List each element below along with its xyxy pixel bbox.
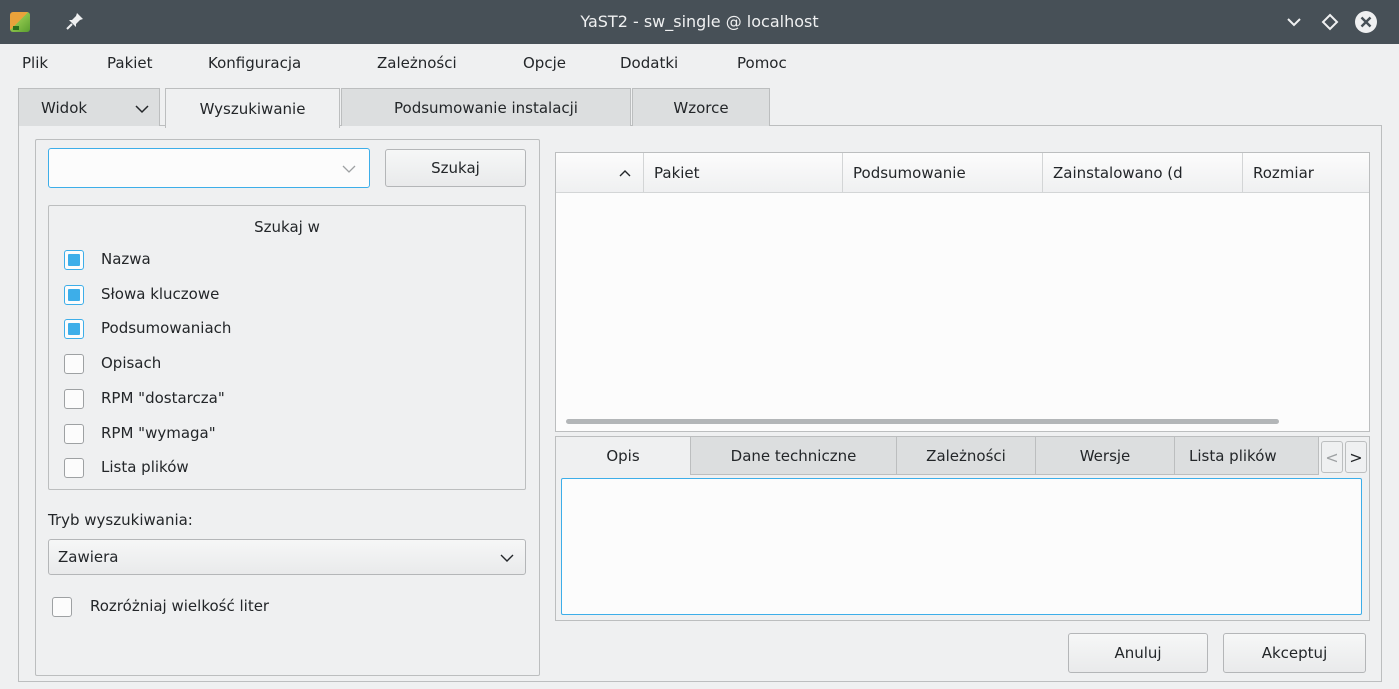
tab-podsumowanie-instalacji[interactable]: Podsumowanie instalacji [341,88,631,126]
checkbox-label: RPM "wymaga" [101,424,216,442]
checkbox-lista-plikow[interactable] [64,458,84,478]
accept-button[interactable]: Akceptuj [1223,633,1366,673]
cancel-button[interactable]: Anuluj [1068,633,1208,673]
tab-opis[interactable]: Opis [556,437,691,475]
tabs-scroll-left-icon[interactable]: < [1321,441,1343,473]
title-bar: YaST2 - sw_single @ localhost [0,0,1399,44]
minimize-chevron-icon[interactable] [1282,10,1306,34]
sort-ascending-icon [619,169,631,176]
tab-label: Wyszukiwanie [199,99,306,118]
description-text-area[interactable] [561,478,1362,615]
tab-view-dropdown[interactable]: Widok [18,88,160,126]
menu-pakiet[interactable]: Pakiet [107,54,153,72]
menu-plik[interactable]: Plik [22,54,48,72]
search-mode-value: Zawiera [58,548,119,566]
checkbox-rpm-dostarcza[interactable] [64,389,84,409]
checkbox-slowa-kluczowe[interactable] [64,285,84,305]
package-table[interactable]: Pakiet Podsumowanie Zainstalowano (d Roz… [555,152,1370,432]
tab-wersje[interactable]: Wersje [1036,437,1175,475]
tab-zaleznosci[interactable]: Zależności [897,437,1036,475]
window-title: YaST2 - sw_single @ localhost [580,12,819,31]
column-header-pakiet[interactable]: Pakiet [644,153,843,193]
chevron-down-icon[interactable] [341,161,357,177]
menu-dodatki[interactable]: Dodatki [620,54,678,72]
menu-pomoc[interactable]: Pomoc [737,54,787,72]
tab-wzorce[interactable]: Wzorce [632,88,770,126]
checkbox-nazwa[interactable] [64,250,84,270]
checkbox-label: Lista plików [101,458,189,476]
column-header-podsumowanie[interactable]: Podsumowanie [843,153,1043,193]
checkbox-label: RPM "dostarcza" [101,389,225,407]
search-input[interactable] [48,148,370,188]
tab-dane-techniczne[interactable]: Dane techniczne [691,437,897,475]
search-mode-select[interactable]: Zawiera [48,539,526,575]
checkbox-label: Rozróżniaj wielkość liter [90,597,270,615]
column-header-rozmiar[interactable]: Rozmiar [1243,153,1369,193]
chevron-down-icon [135,105,149,114]
search-in-group: Szukaj w [48,205,526,490]
maximize-diamond-icon[interactable] [1318,10,1342,34]
search-mode-label: Tryb wyszukiwania: [48,511,193,529]
checkbox-label: Słowa kluczowe [101,285,220,303]
menu-opcje[interactable]: Opcje [523,54,566,72]
tab-lista-plikow[interactable]: Lista plików [1175,437,1319,475]
tab-wyszukiwanie[interactable]: Wyszukiwanie [165,88,340,128]
tab-label: Podsumowanie instalacji [394,98,578,117]
menu-konfiguracja[interactable]: Konfiguracja [208,54,301,72]
sort-column-header[interactable] [556,153,644,193]
horizontal-scrollbar[interactable] [566,419,1279,424]
close-icon[interactable] [1354,10,1378,34]
menu-bar: Plik Pakiet Konfiguracja Zależności Opcj… [0,44,1399,84]
checkbox-rpm-wymaga[interactable] [64,424,84,444]
menu-zaleznosci[interactable]: Zależności [377,54,457,72]
checkbox-label: Nazwa [101,250,151,268]
search-button[interactable]: Szukaj [385,149,526,187]
chevron-down-icon [500,554,514,562]
checkbox-case-sensitive[interactable] [52,597,72,617]
checkbox-label: Opisach [101,354,162,372]
checkbox-label: Podsumowaniach [101,319,232,337]
checkbox-opisach[interactable] [64,354,84,374]
tab-label: Wzorce [673,98,729,117]
search-in-title: Szukaj w [254,218,320,236]
checkbox-podsumowaniach[interactable] [64,319,84,339]
tabs-scroll-right-icon[interactable]: > [1345,441,1367,473]
tab-view-label: Widok [41,98,88,117]
column-header-zainstalowano[interactable]: Zainstalowano (d [1043,153,1243,193]
